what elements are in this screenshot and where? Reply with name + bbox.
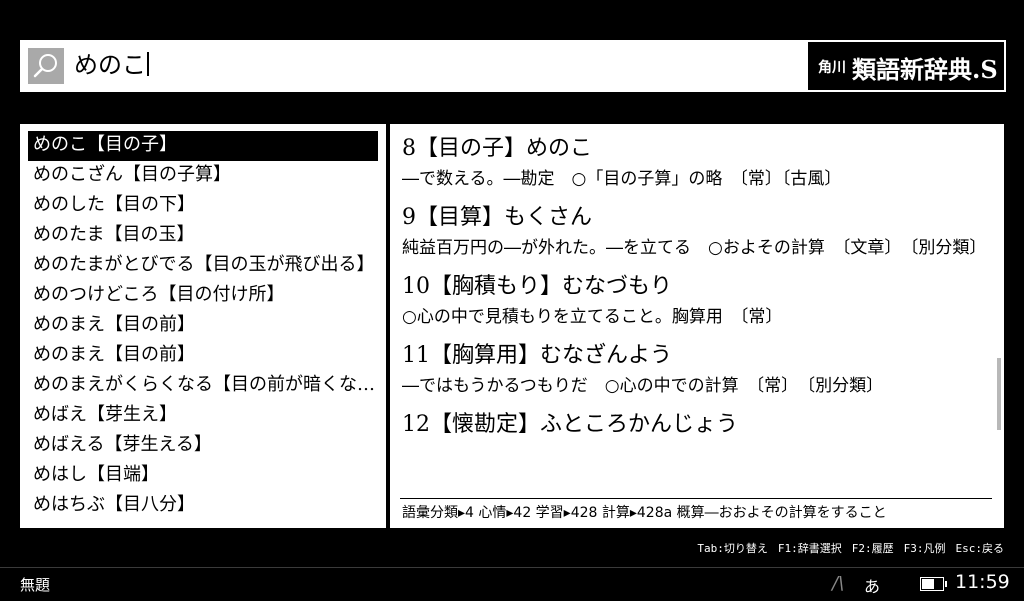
- clock: 11:59: [955, 571, 1010, 593]
- search-icon[interactable]: [28, 48, 64, 84]
- word-list-item[interactable]: めのたま【目の玉】: [28, 221, 378, 251]
- entry-definition: ○心の中で見積もりを立てること。胸算用 〔常〕: [402, 307, 783, 327]
- word-list-item[interactable]: めのまえ【目の前】: [28, 311, 378, 341]
- entry-headword[interactable]: 10【胸積もり】むなづもり: [402, 270, 984, 304]
- dictionary-name: 類語新辞典.S: [852, 55, 998, 84]
- shortcut-hint: F1:辞書選択: [777, 542, 842, 555]
- dictionary-publisher: 角川: [818, 60, 846, 76]
- word-list-item[interactable]: めのたまがとびでる【目の玉が飛び出る】: [28, 251, 378, 281]
- dictionary-logo: 角川 類語新辞典.S: [808, 42, 1004, 90]
- word-list-item[interactable]: めのした【目の下】: [28, 191, 378, 221]
- word-list-item[interactable]: めのまえ【目の前】: [28, 341, 378, 371]
- word-list-item[interactable]: めばえる【芽生える】: [28, 431, 378, 461]
- battery-level: [922, 579, 934, 589]
- ime-mode: あ: [864, 577, 881, 596]
- entry-panel[interactable]: 8【目の子】めのこ ―で数える。―勘定 ○「目の子算」の略 〔常〕〔古風〕 9【目算…: [390, 124, 1004, 528]
- word-list-item[interactable]: めのこ【目の子】: [28, 131, 378, 161]
- search-query: めのこ: [74, 51, 146, 79]
- entry-headword[interactable]: 9【目算】もくさん: [402, 201, 984, 235]
- document-title: 無題: [20, 576, 51, 594]
- entry-definition: ―で数える。―勘定 ○「目の子算」の略 〔常〕〔古風〕: [402, 169, 842, 189]
- entry-definition: 純益百万円の―が外れた。―を立てる ○およその計算 〔文章〕 〔別分類〕: [402, 238, 987, 258]
- ime-indicator-icon: /\: [832, 573, 845, 594]
- search-bar: めのこ 角川 類語新辞典.S: [20, 40, 1006, 92]
- word-list-item[interactable]: めはちぶ【目八分】: [28, 491, 378, 521]
- word-list-item[interactable]: めばえ【芽生え】: [28, 401, 378, 431]
- entry-headword[interactable]: 11【胸算用】むなざんよう: [402, 339, 984, 373]
- word-list-item[interactable]: めのこざん【目の子算】: [28, 161, 378, 191]
- status-bar: 無題 /\ あ 11:59: [0, 567, 1024, 601]
- scrollbar[interactable]: [997, 358, 1001, 430]
- entry-definition: ―ではもうかるつもりだ ○心の中での計算 〔常〕 〔別分類〕: [402, 376, 884, 396]
- word-list-item[interactable]: めはし【目端】: [28, 461, 378, 491]
- shortcut-hint: F3:凡例: [903, 542, 946, 555]
- entry-list: 8【目の子】めのこ ―で数える。―勘定 ○「目の子算」の略 〔常〕〔古風〕 9【目算…: [402, 132, 987, 442]
- text-caret: [147, 52, 149, 76]
- shortcut-hint: Esc:戻る: [955, 542, 1005, 555]
- shortcut-hint: F2:履歴: [851, 542, 894, 555]
- entry-headword[interactable]: 8【目の子】めのこ: [402, 132, 984, 166]
- shortcut-hints: Tab:切り替え F1:辞書選択 F2:履歴 F3:凡例 Esc:戻る: [687, 540, 1004, 556]
- search-input[interactable]: めのこ: [74, 49, 149, 81]
- shortcut-hint: Tab:切り替え: [697, 542, 768, 555]
- classification-path: 語彙分類▸4 心情▸42 学習▸428 計算▸428a 概算―おおよその計算をす…: [400, 498, 992, 528]
- battery-icon: [920, 577, 947, 591]
- word-list[interactable]: めのこ【目の子】 めのこざん【目の子算】 めのした【目の下】 めのたま【目の玉】 めのた…: [20, 124, 386, 528]
- entry-headword[interactable]: 12【懐勘定】ふところかんじょう: [402, 408, 984, 442]
- word-list-item[interactable]: めのつけどころ【目の付け所】: [28, 281, 378, 311]
- word-list-item[interactable]: めのまえがくらくなる【目の前が暗くなる】: [28, 371, 378, 401]
